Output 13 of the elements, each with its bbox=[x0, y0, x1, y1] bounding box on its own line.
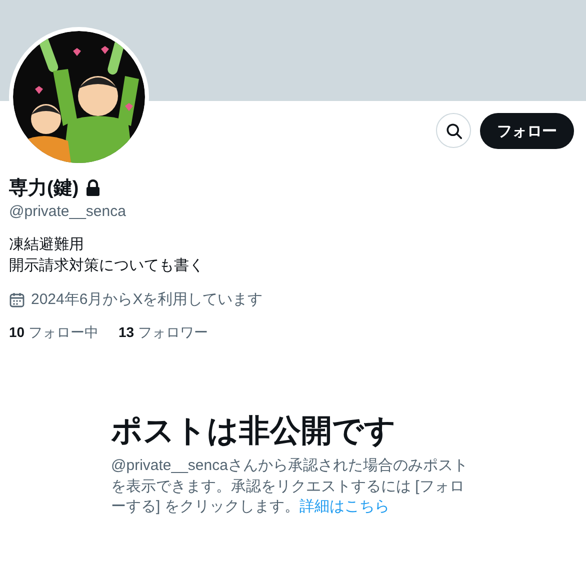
user-handle: @private__senca bbox=[9, 203, 127, 220]
bio-line: 開示請求対策についても書く bbox=[9, 256, 205, 276]
search-button[interactable] bbox=[436, 113, 471, 148]
display-name: 専力(鍵) bbox=[9, 176, 79, 201]
follow-stat-link[interactable]: 13 フォロワー bbox=[118, 324, 208, 342]
bio-line: 凍結避難用 bbox=[9, 235, 85, 255]
search-icon bbox=[444, 122, 462, 140]
join-date: 2024年6月からXを利用しています bbox=[31, 290, 263, 309]
follow-button[interactable]: フォロー bbox=[480, 113, 574, 149]
private-message: @private__sencaさんから承認された場合のみポストを表示できます。承認をリクエストするには [フォローする] をクリックします。詳細はこちら bbox=[111, 456, 469, 517]
follow-stat-link[interactable]: 10 フォロー中 bbox=[9, 324, 98, 342]
private-heading: ポストは非公開です bbox=[111, 412, 397, 450]
calendar-icon bbox=[9, 292, 25, 308]
